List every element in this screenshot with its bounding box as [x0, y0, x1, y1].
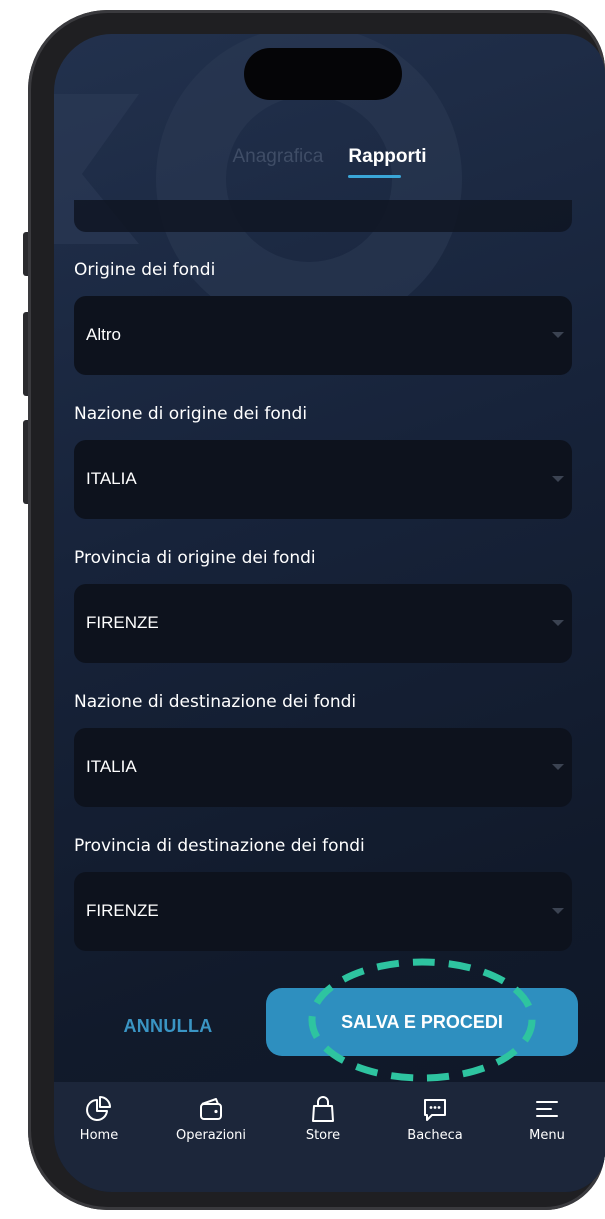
label-nazione-origine: Nazione di origine dei fondi — [74, 404, 308, 424]
cancel-button[interactable]: ANNULLA — [94, 1006, 242, 1046]
chevron-down-icon — [552, 332, 564, 338]
app-screen: Anagrafica Rapporti Origine dei fondi Al… — [54, 34, 605, 1192]
label-nazione-destinazione: Nazione di destinazione dei fondi — [74, 692, 357, 712]
nav-item-operazioni[interactable]: Operazioni — [166, 1094, 256, 1143]
chevron-down-icon — [552, 620, 564, 626]
select-value: ITALIA — [86, 469, 137, 488]
chevron-down-icon — [552, 764, 564, 770]
select-value: FIRENZE — [86, 901, 159, 920]
tab-rapporti[interactable]: Rapporti — [348, 146, 427, 178]
menu-icon — [536, 1101, 558, 1117]
select-origine-fondi[interactable]: Altro — [74, 296, 572, 375]
select-provincia-origine[interactable]: FIRENZE — [74, 584, 572, 663]
label-provincia-destinazione: Provincia di destinazione dei fondi — [74, 836, 365, 856]
bottom-nav: Home Operazioni Store Bacheca Menu — [54, 1082, 605, 1192]
chevron-down-icon — [552, 476, 564, 482]
nav-item-menu[interactable]: Menu — [502, 1094, 592, 1143]
nav-item-bacheca[interactable]: Bacheca — [390, 1094, 480, 1143]
shopping-bag-icon — [312, 1096, 334, 1122]
select-nazione-destinazione[interactable]: ITALIA — [74, 728, 572, 807]
nav-label: Operazioni — [175, 1128, 247, 1143]
select-value: ITALIA — [86, 757, 137, 776]
nav-label: Bacheca — [407, 1128, 463, 1143]
nav-item-home[interactable]: Home — [54, 1094, 144, 1143]
chevron-down-icon — [552, 908, 564, 914]
previous-select-field[interactable] — [74, 200, 572, 232]
save-and-proceed-button[interactable]: SALVA E PROCEDI — [266, 988, 578, 1056]
select-provincia-destinazione[interactable]: FIRENZE — [74, 872, 572, 951]
pie-chart-icon — [86, 1096, 111, 1121]
nav-label: Store — [305, 1128, 341, 1143]
tab-anagrafica[interactable]: Anagrafica — [232, 146, 323, 178]
nav-label: Menu — [529, 1128, 565, 1143]
dynamic-island — [244, 48, 402, 100]
nav-item-store[interactable]: Store — [278, 1094, 368, 1143]
select-value: Altro — [86, 325, 121, 344]
label-provincia-origine: Provincia di origine dei fondi — [74, 548, 316, 568]
select-value: FIRENZE — [86, 613, 159, 632]
wallet-icon — [200, 1098, 222, 1120]
tab-bar: Anagrafica Rapporti — [54, 146, 605, 178]
label-origine-fondi: Origine dei fondi — [74, 260, 216, 280]
select-nazione-origine[interactable]: ITALIA — [74, 440, 572, 519]
chat-bubble-icon — [424, 1099, 446, 1121]
nav-label: Home — [79, 1128, 119, 1143]
